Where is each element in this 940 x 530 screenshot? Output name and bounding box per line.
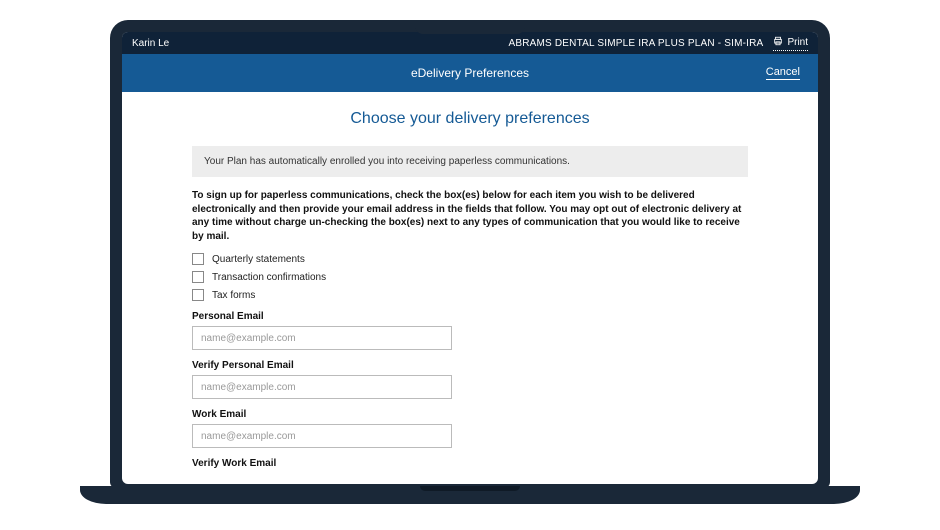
plan-name: ABRAMS DENTAL SIMPLE IRA PLUS PLAN - SIM… — [508, 38, 763, 49]
top-bar-right: ABRAMS DENTAL SIMPLE IRA PLUS PLAN - SIM… — [508, 36, 808, 51]
option-label: Tax forms — [212, 290, 255, 301]
work-email-label: Work Email — [192, 409, 748, 420]
option-tax[interactable]: Tax forms — [192, 289, 748, 301]
verify-personal-email-label: Verify Personal Email — [192, 360, 748, 371]
work-email-input[interactable] — [192, 424, 452, 448]
checkbox-transactions[interactable] — [192, 271, 204, 283]
verify-personal-email-input[interactable] — [192, 375, 452, 399]
personal-email-label: Personal Email — [192, 311, 748, 322]
app-screen: Karin Le ABRAMS DENTAL SIMPLE IRA PLUS P… — [122, 32, 818, 484]
print-link[interactable]: Print — [773, 36, 808, 51]
checkbox-tax[interactable] — [192, 289, 204, 301]
screen-frame: Karin Le ABRAMS DENTAL SIMPLE IRA PLUS P… — [110, 20, 830, 488]
laptop-mockup: Karin Le ABRAMS DENTAL SIMPLE IRA PLUS P… — [80, 20, 860, 510]
instructions: To sign up for paperless communications,… — [192, 189, 748, 243]
content-area: Choose your delivery preferences Your Pl… — [122, 92, 818, 473]
laptop-notch — [415, 20, 525, 34]
cancel-link[interactable]: Cancel — [766, 66, 800, 80]
page-header: eDelivery Preferences Cancel — [122, 54, 818, 92]
checkbox-quarterly[interactable] — [192, 253, 204, 265]
header-title: eDelivery Preferences — [411, 66, 529, 80]
top-bar: Karin Le ABRAMS DENTAL SIMPLE IRA PLUS P… — [122, 32, 818, 54]
option-transactions[interactable]: Transaction confirmations — [192, 271, 748, 283]
laptop-base — [80, 486, 860, 504]
print-label: Print — [787, 37, 808, 48]
auto-enroll-notice: Your Plan has automatically enrolled you… — [192, 146, 748, 177]
print-icon — [773, 36, 783, 49]
option-label: Quarterly statements — [212, 254, 305, 265]
personal-email-input[interactable] — [192, 326, 452, 350]
verify-work-email-label: Verify Work Email — [192, 458, 748, 469]
option-label: Transaction confirmations — [212, 272, 326, 283]
page-title: Choose your delivery preferences — [192, 110, 748, 128]
user-name: Karin Le — [132, 38, 169, 49]
option-quarterly[interactable]: Quarterly statements — [192, 253, 748, 265]
